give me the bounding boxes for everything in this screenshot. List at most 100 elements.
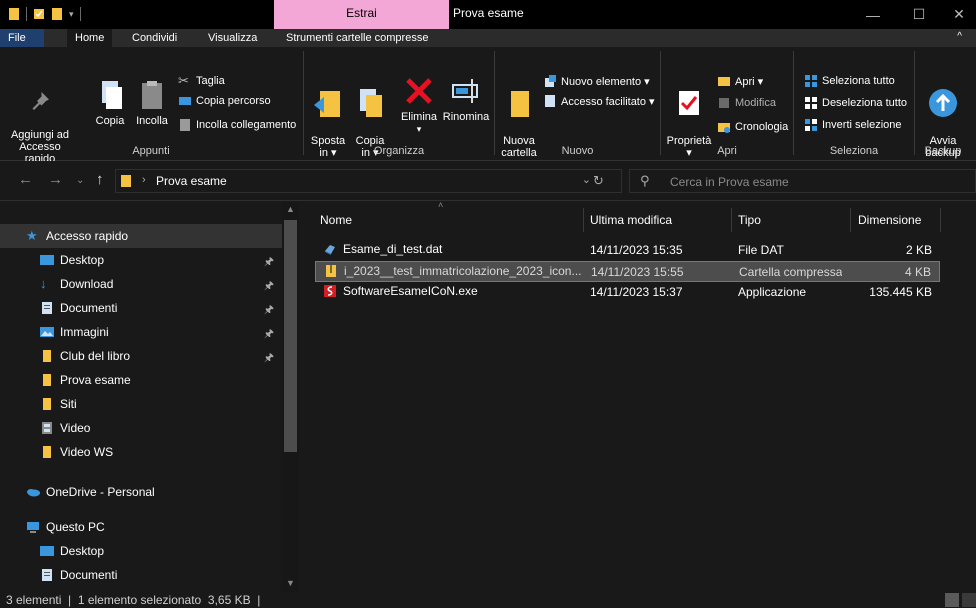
copy-icon <box>102 81 122 109</box>
collapse-ribbon-icon[interactable]: ^ <box>957 31 962 42</box>
sidebar-item-documenti-pc[interactable]: Documenti <box>0 563 282 587</box>
maximize-button[interactable]: ☐ <box>896 0 942 29</box>
address-dropdown-icon[interactable]: ⌄ <box>582 173 591 186</box>
properties-check-icon[interactable] <box>33 7 45 21</box>
context-tab-estrai[interactable]: Estrai <box>274 6 449 20</box>
recent-locations-icon[interactable]: ⌄ <box>76 175 84 186</box>
refresh-icon[interactable]: ↻ <box>593 173 604 189</box>
column-header-name[interactable]: Nome <box>320 208 352 232</box>
scrollbar-thumb[interactable] <box>284 220 297 452</box>
group-backup: Avvia backup Backup <box>915 47 971 161</box>
history-label: Cronologia <box>735 121 789 133</box>
back-button[interactable]: ← <box>18 171 33 188</box>
address-bar[interactable]: › Prova esame ⌄ <box>115 169 622 193</box>
column-separator[interactable] <box>731 208 732 232</box>
scroll-up-icon[interactable]: ▲ <box>286 204 295 214</box>
breadcrumb-prova-esame[interactable]: Prova esame <box>156 174 227 188</box>
column-header-type[interactable]: Tipo <box>738 208 761 232</box>
tab-visualizza[interactable]: Visualizza <box>200 29 265 47</box>
large-icons-view-icon[interactable] <box>962 593 976 607</box>
minimize-button[interactable]: — <box>850 0 896 29</box>
new-item-button[interactable]: Nuovo elemento ▾ <box>543 73 650 89</box>
new-folder-icon[interactable] <box>51 7 63 21</box>
sidebar-item-club-del-libro[interactable]: Club del libro 🖈 <box>0 344 282 368</box>
documents-icon <box>42 569 52 581</box>
pin-icon: 🖈 <box>263 280 274 292</box>
table-row[interactable]: SoftwareEsameICoN.exe 14/11/2023 15:37 A… <box>315 282 940 303</box>
tab-home[interactable]: Home <box>67 29 113 47</box>
column-separator[interactable] <box>583 208 584 232</box>
sidebar-item-onedrive[interactable]: OneDrive - Personal <box>0 480 282 504</box>
edit-button[interactable]: Modifica <box>717 95 776 111</box>
cut-label: Taglia <box>196 75 225 87</box>
sidebar-item-desktop-pc[interactable]: Desktop <box>0 539 282 563</box>
status-bar: 3 elementi | 1 elemento selezionato 3,65… <box>0 592 976 608</box>
copy-button[interactable]: Copia <box>92 79 128 127</box>
table-row[interactable]: Esame_di_test.dat 14/11/2023 15:35 File … <box>315 240 940 261</box>
column-header-modified[interactable]: Ultima modifica <box>590 208 672 232</box>
select-none-button[interactable]: Deseleziona tutto <box>804 95 907 111</box>
history-button[interactable]: Cronologia <box>717 119 788 135</box>
column-header-size[interactable]: Dimensione <box>858 208 921 232</box>
close-button[interactable]: ✕ <box>942 0 976 29</box>
group-label-seleziona: Seleziona <box>829 145 879 157</box>
desktop-icon <box>40 546 54 556</box>
details-view-icon[interactable] <box>945 593 959 607</box>
sidebar-item-accesso-rapido[interactable]: ★ Accesso rapido <box>0 224 282 248</box>
group-apri: Proprietà ▾ Apri ▾ Modifica Cronologia A… <box>661 47 793 161</box>
cut-button[interactable]: ✂ Taglia <box>178 73 225 89</box>
sidebar-item-video[interactable]: Video <box>0 416 282 440</box>
qat-dropdown-icon[interactable]: ▾ <box>69 9 74 20</box>
search-input[interactable]: ⚲ Cerca in Prova esame <box>629 169 976 193</box>
paste-button[interactable]: Incolla <box>132 79 172 127</box>
tab-condividi[interactable]: Condividi <box>124 29 185 47</box>
sidebar-item-desktop[interactable]: Desktop 🖈 <box>0 248 282 272</box>
copy-to-icon <box>360 89 382 117</box>
file-name: SoftwareEsameICoN.exe <box>343 284 478 298</box>
file-type: Cartella compressa <box>739 265 843 279</box>
invert-selection-button[interactable]: Inverti selezione <box>804 117 902 133</box>
sidebar-item-questo-pc[interactable]: Questo PC <box>0 515 282 539</box>
sidebar-item-label: Questo PC <box>46 520 105 534</box>
separator <box>26 7 27 21</box>
forward-button[interactable]: → <box>48 171 63 188</box>
paste-shortcut-button[interactable]: Incolla collegamento <box>178 117 296 133</box>
group-organizza: Sposta in ▾ Copia in ▾ Elimina ▾ Rinomin… <box>304 47 494 161</box>
search-icon: ⚲ <box>640 173 650 188</box>
file-size: 135.445 KB <box>869 285 932 299</box>
star-icon: ★ <box>26 228 38 243</box>
sidebar-item-siti[interactable]: Siti <box>0 392 282 416</box>
rename-icon <box>452 79 478 103</box>
nav-pane-scrollbar[interactable]: ▲ ▼ <box>282 202 299 592</box>
select-all-button[interactable]: Seleziona tutto <box>804 73 895 89</box>
up-button[interactable]: ↑ <box>96 171 104 188</box>
sidebar-item-label: Immagini <box>60 325 109 339</box>
sidebar-item-label: OneDrive - Personal <box>46 485 155 499</box>
open-button[interactable]: Apri ▾ <box>717 73 763 89</box>
breadcrumb-chevron-icon[interactable]: › <box>142 174 146 186</box>
group-seleziona: Seleziona tutto Deseleziona tutto Invert… <box>794 47 914 161</box>
sidebar-item-documenti[interactable]: Documenti 🖈 <box>0 296 282 320</box>
table-row[interactable]: i_2023__test_immatricolazione_2023_icon.… <box>315 261 940 282</box>
sidebar-item-prova-esame[interactable]: Prova esame <box>0 368 282 392</box>
sidebar-item-download[interactable]: ↓ Download 🖈 <box>0 272 282 296</box>
column-separator[interactable] <box>850 208 851 232</box>
sidebar-item-immagini[interactable]: Immagini 🖈 <box>0 320 282 344</box>
sidebar-item-video-ws[interactable]: Video WS <box>0 440 282 464</box>
column-separator[interactable] <box>940 208 941 232</box>
navigation-pane: ★ Accesso rapido Desktop 🖈 ↓ Download 🖈 … <box>0 202 299 592</box>
sidebar-item-label: Club del libro <box>60 349 131 363</box>
delete-dropdown-icon[interactable]: ▾ <box>396 123 442 135</box>
tab-strumenti-cartelle-compresse[interactable]: Strumenti cartelle compresse <box>278 29 436 47</box>
file-name-cell: SoftwareEsameICoN.exe <box>323 284 585 298</box>
file-name-cell: i_2023__test_immatricolazione_2023_icon.… <box>324 264 586 278</box>
tab-file[interactable]: File <box>0 29 44 47</box>
copy-path-button[interactable]: Copia percorso <box>178 93 271 109</box>
easy-access-button[interactable]: Accesso facilitato ▾ <box>543 93 655 109</box>
folder-icon <box>43 398 51 410</box>
scroll-down-icon[interactable]: ▼ <box>286 578 295 588</box>
delete-button[interactable]: Elimina ▾ <box>396 75 442 135</box>
view-switcher <box>945 593 976 607</box>
rename-button[interactable]: Rinomina <box>440 75 492 123</box>
copy-path-label: Copia percorso <box>196 95 271 107</box>
